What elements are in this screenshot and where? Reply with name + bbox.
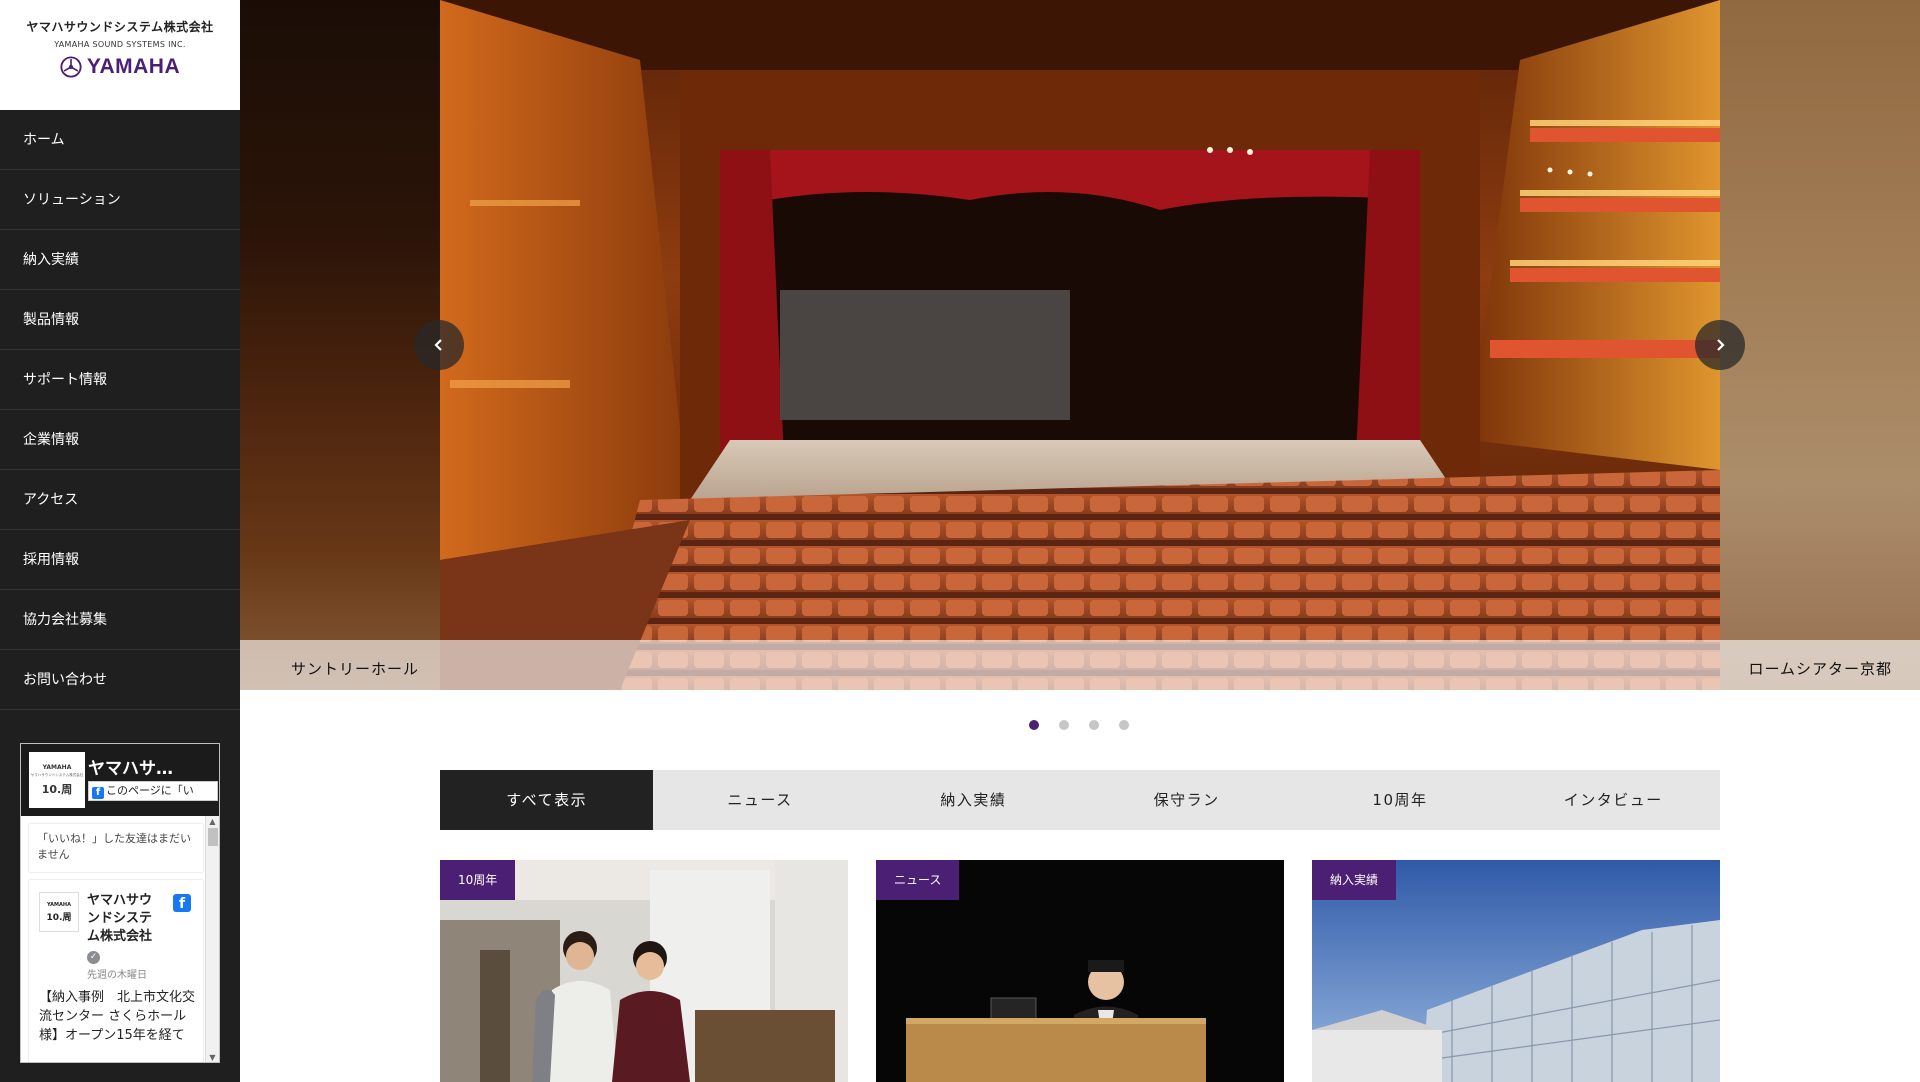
fb-post-author[interactable]: ヤマハサウンドシステム株式会社 ✓: [87, 892, 157, 964]
fb-scrollbar[interactable]: ▲ ▼: [205, 816, 219, 1062]
tab-10th-anniversary[interactable]: 10周年: [1293, 770, 1506, 830]
fb-post-text: 【納入事例 北上市文化交流センター さくらホール 様】オープン15年を経て: [39, 990, 196, 1043]
slider-prev-button[interactable]: [414, 320, 464, 370]
yamaha-wordmark: YAMAHA: [86, 55, 181, 78]
sidebar: ヤマハサウンドシステム株式会社 YAMAHA SOUND SYSTEMS INC…: [0, 0, 240, 1082]
slide-image-theater: [440, 0, 1720, 690]
fb-page-name[interactable]: ヤマハサ…: [88, 754, 218, 779]
facebook-logo-icon[interactable]: f: [173, 894, 191, 912]
nav-item-partners[interactable]: 協力会社募集: [0, 590, 240, 650]
nav-item-access[interactable]: アクセス: [0, 470, 240, 530]
tab-all[interactable]: すべて表示: [440, 770, 654, 830]
fb-avatar-line2: ヤマハサウンドシステム株式会社: [30, 772, 84, 777]
fb-like-button[interactable]: f このページに「い: [88, 781, 218, 801]
tab-maintenance[interactable]: 保守ラン: [1080, 770, 1293, 830]
company-logo[interactable]: ヤマハサウンドシステム株式会社 YAMAHA SOUND SYSTEMS INC…: [0, 0, 240, 110]
fb-friends-notice: 「いいね！」した友達はまだいません: [29, 824, 203, 872]
fb-avatar-line1: YAMAHA: [42, 763, 72, 771]
post-category-tag: 10周年: [440, 860, 516, 900]
yamaha-brand: YAMAHA: [0, 55, 240, 79]
nav-item-home[interactable]: ホーム: [0, 110, 240, 170]
chevron-left-icon: [434, 339, 442, 351]
slider-dot-3[interactable]: [1089, 720, 1099, 730]
fb-post-avatar-line1: YAMAHA: [47, 901, 71, 908]
nav-item-company[interactable]: 企業情報: [0, 410, 240, 470]
slide-caption-previous[interactable]: サントリーホール: [291, 658, 419, 679]
fb-page-avatar[interactable]: YAMAHA ヤマハサウンドシステム株式会社 10.周: [29, 752, 85, 808]
category-filter-tabs: すべて表示 ニュース 納入実績 保守ラン 10周年 インタビュー: [440, 770, 1720, 830]
tab-delivery-records[interactable]: 納入実績: [867, 770, 1080, 830]
logo-company-name-en: YAMAHA SOUND SYSTEMS INC.: [54, 40, 186, 49]
slider-next-button[interactable]: [1695, 320, 1745, 370]
fb-post-avatar-line3: 10.周: [46, 912, 72, 923]
chevron-right-icon: [1717, 339, 1725, 351]
slide-preview-previous[interactable]: [240, 0, 440, 690]
scroll-down-icon[interactable]: ▼: [206, 1052, 219, 1062]
fb-cover: YAMAHA ヤマハサウンドシステム株式会社 10.周 ヤマハサ… f このページ…: [21, 744, 219, 816]
slider-dot-4[interactable]: [1119, 720, 1129, 730]
tab-news[interactable]: ニュース: [653, 770, 866, 830]
nav-item-contact[interactable]: お問い合わせ: [0, 650, 240, 710]
post-card[interactable]: 納入実績: [1312, 860, 1720, 1082]
slider-pagination: [1029, 720, 1129, 730]
tab-interview[interactable]: インタビュー: [1507, 770, 1720, 830]
slide-preview-next[interactable]: [1720, 0, 1920, 690]
post-category-tag: 納入実績: [1312, 860, 1397, 900]
post-category-tag: ニュース: [876, 860, 960, 900]
nav-item-products[interactable]: 製品情報: [0, 290, 240, 350]
facebook-page-plugin: YAMAHA ヤマハサウンドシステム株式会社 10.周 ヤマハサ… f このページ…: [20, 743, 220, 1063]
post-card[interactable]: 10周年: [440, 860, 848, 1082]
nav-item-support[interactable]: サポート情報: [0, 350, 240, 410]
fb-like-label: このページに「い: [106, 784, 194, 797]
slide-caption-next[interactable]: ロームシアター京都: [1748, 658, 1892, 679]
scroll-thumb[interactable]: [207, 828, 218, 846]
fb-avatar-line3: 10.周: [41, 782, 73, 796]
nav-item-solutions[interactable]: ソリューション: [0, 170, 240, 230]
tuning-fork-logo-icon: [60, 56, 82, 78]
scroll-up-icon[interactable]: ▲: [206, 816, 219, 828]
main-nav: ホーム ソリューション 納入実績 製品情報 サポート情報 企業情報 アクセス 採…: [0, 110, 240, 710]
post-card[interactable]: ニュース: [876, 860, 1284, 1082]
slider-dot-1[interactable]: [1029, 720, 1039, 730]
facebook-icon: f: [92, 787, 104, 799]
fb-post: YAMAHA 10.周 ヤマハサウンドシステム株式会社 ✓ f 先週の木曜日 【…: [29, 880, 203, 1062]
nav-item-delivery-records[interactable]: 納入実績: [0, 230, 240, 290]
nav-item-recruit[interactable]: 採用情報: [0, 530, 240, 590]
verified-badge-icon: ✓: [87, 951, 100, 964]
hero-slider: サントリーホール ロームシアター京都: [240, 0, 1920, 690]
logo-company-name-jp: ヤマハサウンドシステム株式会社: [26, 20, 214, 34]
slider-dot-2[interactable]: [1059, 720, 1069, 730]
slide-caption-bar: [240, 640, 1920, 690]
fb-post-avatar[interactable]: YAMAHA 10.周: [39, 892, 79, 932]
theater-photo: [440, 0, 1720, 690]
fb-post-author-text: ヤマハサウンドシステム株式会社: [87, 893, 153, 944]
fb-post-date[interactable]: 先週の木曜日: [87, 966, 147, 981]
